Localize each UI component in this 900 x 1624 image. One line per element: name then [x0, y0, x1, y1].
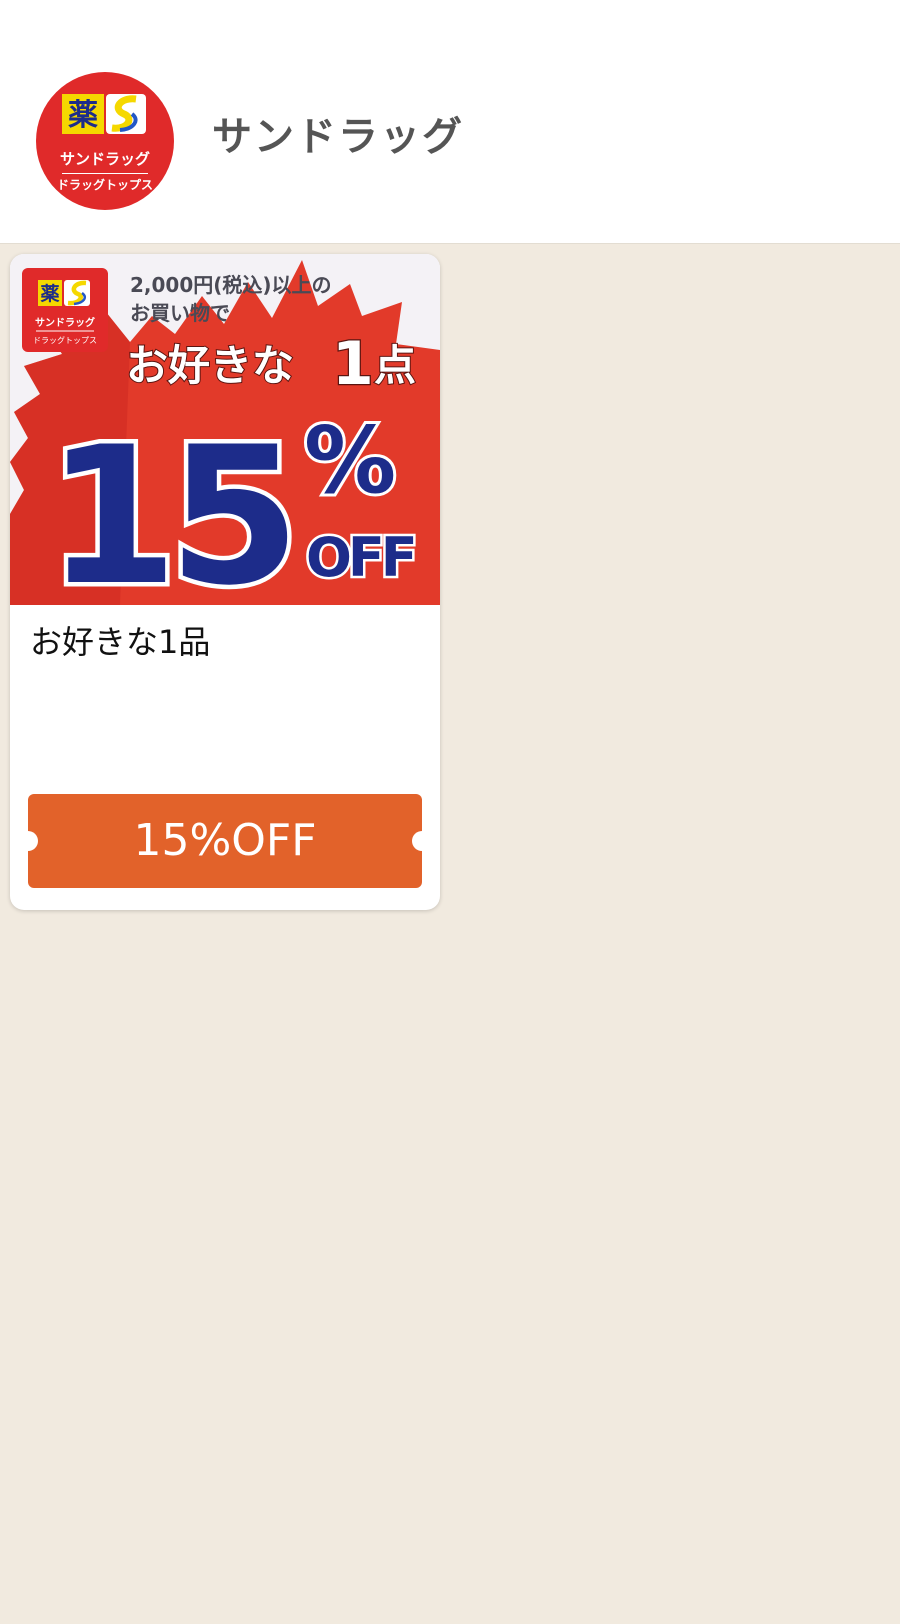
logo-brand-text: サンドラッグ: [59, 150, 150, 168]
coupon-ticket-button[interactable]: 15%OFF: [18, 794, 432, 888]
coupon-banner-graphic: 薬 サンドラッグ ドラッグトップス 2,000円(税込)以上の お買い物で お好…: [10, 254, 440, 605]
kusuri-logo-mark: 薬: [62, 94, 146, 134]
banner-headline-suffix: 点: [374, 341, 416, 390]
banner-condition-line2: お買い物で: [130, 301, 230, 325]
banner-condition-line1: 2,000円(税込)以上の: [130, 273, 332, 297]
coupon-card[interactable]: 薬 サンドラッグ ドラッグトップス 2,000円(税込)以上の お買い物で お好…: [10, 254, 440, 910]
coupon-title: お好きな1品: [30, 623, 211, 661]
ticket-label: 15%OFF: [133, 815, 317, 866]
logo-sub-brand-text: ドラッグトップス: [56, 178, 153, 192]
banner-discount-percent: %: [304, 407, 396, 514]
banner-headline: お好きな: [126, 341, 294, 390]
banner-logo-sub: ドラッグトップス: [33, 335, 97, 345]
banner-headline-number: 1: [332, 329, 374, 399]
store-logo[interactable]: 薬 サンドラッグ ドラッグトップス: [36, 72, 174, 210]
logo-kanji: 薬: [68, 98, 98, 133]
banner-logo-brand: サンドラッグ: [35, 316, 95, 329]
banner-logo-kanji: 薬: [39, 282, 59, 305]
banner-discount-off: OFF: [306, 526, 414, 589]
coupon-banner-image[interactable]: 薬 サンドラッグ ドラッグトップス 2,000円(税込)以上の お買い物で お好…: [10, 254, 440, 605]
banner-discount-number: 15: [46, 406, 290, 605]
app-header: 薬 サンドラッグ ドラッグトップス サンドラッグ: [0, 0, 900, 244]
store-name: サンドラッグ: [212, 114, 464, 160]
logo-divider: [62, 173, 148, 174]
